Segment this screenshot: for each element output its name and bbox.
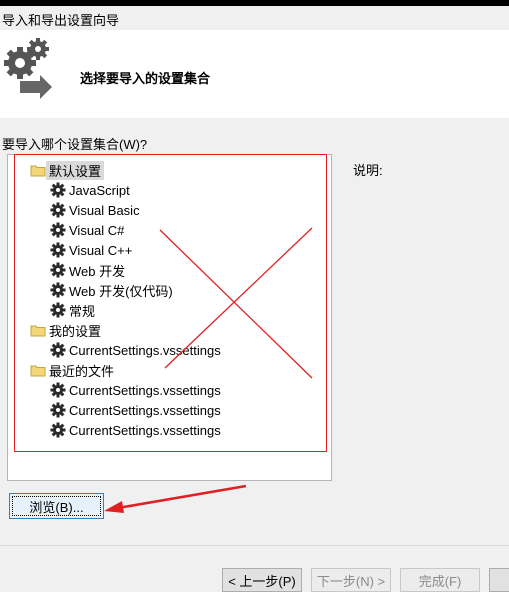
page-heading: 选择要导入的设置集合 — [80, 71, 211, 86]
tree-item[interactable]: CurrentSettings.vssettings — [50, 420, 224, 440]
window-title: 导入和导出设置向导 — [2, 13, 120, 28]
finish-button[interactable]: 完成(F) — [400, 568, 480, 592]
gear-icon — [50, 182, 66, 198]
tree-item[interactable]: Visual Basic — [50, 200, 143, 220]
gear-icon — [50, 402, 66, 418]
annotation-arrow-head — [104, 501, 124, 513]
tree-item[interactable]: Visual C# — [50, 220, 127, 240]
gear-icon — [50, 302, 66, 318]
annotation-arrow-line — [117, 484, 247, 510]
gear-icon — [50, 262, 66, 278]
gears-arrow-icon — [4, 38, 52, 99]
next-button[interactable]: 下一步(N) > — [311, 568, 391, 592]
gear-icon — [50, 422, 66, 438]
wizard-footer: < 上一步(P) 下一步(N) > 完成(F) — [0, 545, 509, 592]
tree-item[interactable]: Web 开发 — [50, 260, 128, 280]
tree-item-label: CurrentSettings.vssettings — [69, 402, 221, 418]
tree-group-recent-files[interactable]: 最近的文件 — [30, 360, 117, 380]
tree-item[interactable]: 常规 — [50, 300, 98, 320]
prev-button[interactable]: < 上一步(P) — [222, 568, 302, 592]
question-label: 要导入哪个设置集合(W)? — [2, 137, 148, 152]
tree-item-label: Web 开发(仅代码) — [69, 283, 173, 299]
description-label: 说明: — [353, 163, 383, 178]
tree-item-label: Web 开发 — [69, 263, 126, 279]
browse-button[interactable]: 浏览(B)... — [9, 493, 104, 519]
tree-group-my-settings[interactable]: 我的设置 — [30, 320, 104, 340]
tree-item-label: 常规 — [69, 303, 96, 319]
tree-item[interactable]: CurrentSettings.vssettings — [50, 340, 224, 360]
gear-icon — [50, 282, 66, 298]
cancel-button-partial[interactable] — [489, 568, 509, 592]
tree-item[interactable]: JavaScript — [50, 180, 133, 200]
gear-icon — [50, 202, 66, 218]
tree-item[interactable]: Web 开发(仅代码) — [50, 280, 176, 300]
tree-group-default-settings[interactable]: 默认设置 — [30, 160, 105, 180]
tree-group-label: 我的设置 — [49, 323, 102, 339]
tree-item-label: CurrentSettings.vssettings — [69, 382, 221, 398]
tree-item[interactable]: Visual C++ — [50, 240, 135, 260]
tree-item-label: CurrentSettings.vssettings — [69, 342, 221, 358]
folder-icon — [30, 165, 46, 177]
wizard-header: 选择要导入的设置集合 — [0, 30, 509, 118]
tree-group-label: 默认设置 — [46, 160, 105, 180]
folder-icon — [30, 325, 46, 337]
tree-item-label: CurrentSettings.vssettings — [69, 422, 221, 438]
tree-item[interactable]: CurrentSettings.vssettings — [50, 380, 224, 400]
tree-item-label: Visual C++ — [69, 242, 133, 258]
tree-item-label: Visual C# — [69, 222, 125, 238]
settings-tree[interactable]: 默认设置 JavaScript Visual Basic Visual C# V… — [7, 154, 332, 481]
gear-icon — [50, 222, 66, 238]
gear-icon — [50, 342, 66, 358]
tree-item[interactable]: CurrentSettings.vssettings — [50, 400, 224, 420]
tree-item-label: JavaScript — [69, 182, 130, 198]
folder-icon — [30, 365, 46, 377]
tree-item-label: Visual Basic — [69, 202, 140, 218]
gear-icon — [50, 382, 66, 398]
window-top-edge — [0, 0, 509, 6]
tree-group-label: 最近的文件 — [49, 363, 115, 379]
gear-icon — [50, 242, 66, 258]
